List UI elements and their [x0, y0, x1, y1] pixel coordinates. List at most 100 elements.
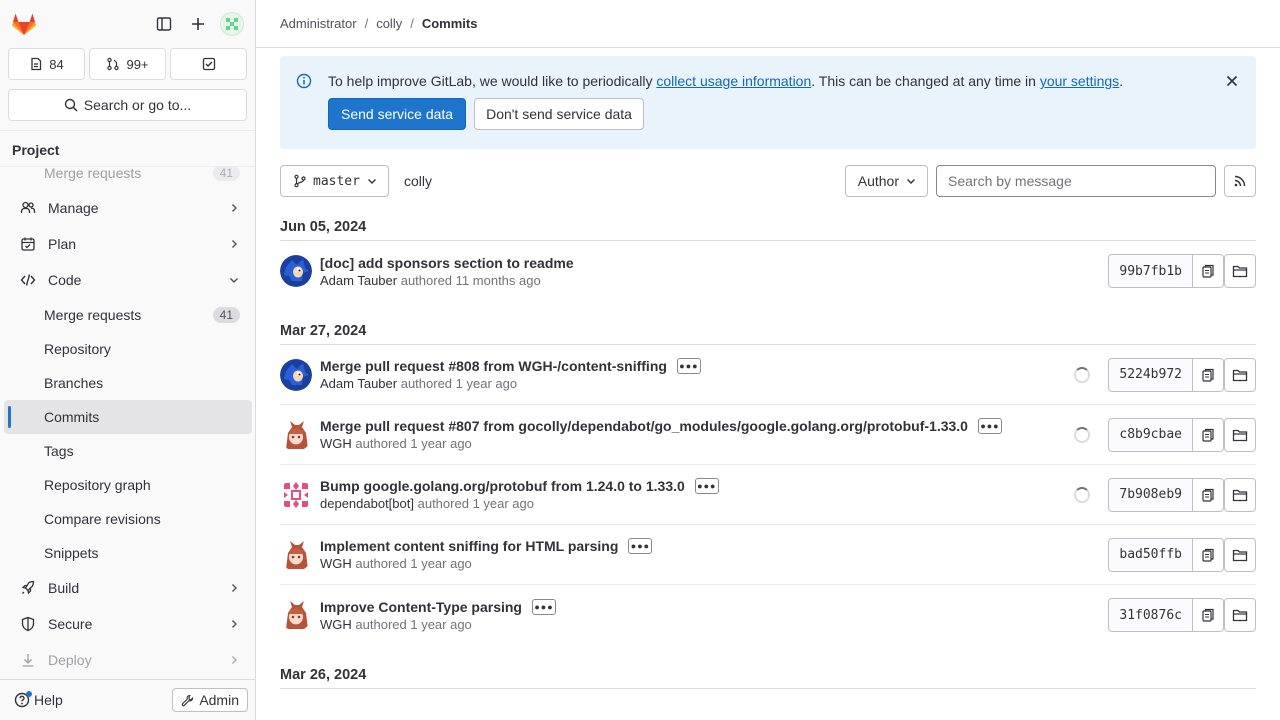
- sidebar-item-code[interactable]: Code: [4, 262, 252, 298]
- avatar[interactable]: [280, 418, 312, 451]
- sidebar-item-merge-requests[interactable]: Merge requests 41: [4, 298, 252, 332]
- help-button[interactable]: Help: [14, 691, 63, 708]
- commit-title-link[interactable]: Merge pull request #808 from WGH-/conten…: [320, 358, 667, 374]
- send-service-data-button[interactable]: Send service data: [328, 98, 467, 130]
- commit-sha-button[interactable]: bad50ffb: [1108, 537, 1193, 572]
- sidebar-item-label: Merge requests: [44, 307, 142, 323]
- gitlab-logo-icon[interactable]: [10, 10, 38, 38]
- commit-time: 1 year ago: [410, 616, 472, 632]
- rss-feed-button[interactable]: [1224, 165, 1256, 197]
- todos-button[interactable]: [170, 48, 247, 80]
- sidebar-item-build[interactable]: Build: [4, 570, 252, 606]
- browse-files-button[interactable]: [1224, 254, 1256, 288]
- commit-sha-button[interactable]: 31f0876c: [1108, 598, 1193, 632]
- copy-sha-button[interactable]: [1193, 537, 1224, 572]
- browse-files-button[interactable]: [1224, 598, 1256, 632]
- sidebar-item-branches[interactable]: Branches: [4, 366, 252, 400]
- sidebar-item-repository[interactable]: Repository: [4, 332, 252, 366]
- sidebar-item-label: Compare revisions: [44, 511, 161, 527]
- author-filter-dropdown[interactable]: Author: [844, 165, 928, 197]
- commit-author-link[interactable]: Adam Tauber: [320, 273, 397, 288]
- browse-files-button[interactable]: [1224, 477, 1256, 512]
- avatar[interactable]: [280, 478, 312, 511]
- sidebar-item-tags[interactable]: Tags: [4, 434, 252, 468]
- browse-files-button[interactable]: [1224, 357, 1256, 392]
- merge-requests-button[interactable]: 99+: [89, 48, 166, 80]
- branch-name: master: [313, 173, 360, 189]
- breadcrumb-root[interactable]: Administrator: [280, 16, 357, 31]
- sidebar-item-merge-requests-hidden[interactable]: Merge requests 41: [4, 166, 252, 190]
- avatar[interactable]: [280, 599, 312, 631]
- avatar[interactable]: [280, 538, 312, 571]
- user-menu-button[interactable]: [217, 9, 247, 39]
- commit-author-link[interactable]: WGH: [320, 436, 352, 451]
- toggle-description-button[interactable]: ●●●: [628, 538, 653, 554]
- commit-title-link[interactable]: Bump google.golang.org/protobuf from 1.2…: [320, 478, 685, 494]
- commit-title-link[interactable]: Merge pull request #807 from gocolly/dep…: [320, 418, 968, 434]
- commit-sha-button[interactable]: c8b9cbae: [1108, 417, 1193, 452]
- close-icon[interactable]: [1224, 73, 1240, 89]
- commit-search-input[interactable]: [936, 165, 1216, 197]
- create-new-button[interactable]: [183, 9, 213, 39]
- commit-day-group: Mar 26, 2024: [280, 667, 1256, 689]
- dont-send-service-data-button[interactable]: Don't send service data: [474, 98, 644, 130]
- info-icon: [296, 73, 312, 89]
- commit-row: Merge pull request #807 from gocolly/dep…: [280, 405, 1256, 465]
- commit-author-link[interactable]: WGH: [320, 556, 352, 571]
- merge-request-icon: [107, 57, 120, 71]
- sidebar-item-plan[interactable]: Plan: [4, 226, 252, 262]
- project-path-link[interactable]: colly: [404, 173, 432, 189]
- sidebar-item-manage[interactable]: Manage: [4, 190, 252, 226]
- commit-author-link[interactable]: dependabot[bot]: [320, 496, 414, 511]
- issues-icon: [31, 57, 42, 71]
- copy-sha-button[interactable]: [1193, 477, 1224, 512]
- copy-sha-button[interactable]: [1193, 417, 1224, 452]
- browse-files-button[interactable]: [1224, 417, 1256, 452]
- branch-selector[interactable]: master: [280, 165, 389, 197]
- your-settings-link[interactable]: your settings: [1040, 73, 1119, 89]
- copy-sha-button[interactable]: [1193, 598, 1224, 632]
- avatar[interactable]: [280, 358, 312, 391]
- breadcrumb-separator: /: [410, 16, 414, 31]
- avatar[interactable]: [280, 255, 312, 287]
- sidebar-item-label: Secure: [48, 616, 93, 632]
- toggle-sidebar-button[interactable]: [149, 9, 179, 39]
- sidebar-item-compare-revisions[interactable]: Compare revisions: [4, 502, 252, 536]
- admin-area-button[interactable]: Admin: [172, 688, 248, 712]
- toggle-description-button[interactable]: ●●●: [676, 358, 701, 374]
- sidebar-item-deploy[interactable]: Deploy: [4, 642, 252, 678]
- sidebar-item-label: Merge requests: [44, 166, 142, 181]
- alert-text: To help improve GitLab, we would like to…: [328, 73, 657, 89]
- commit-title-link[interactable]: Implement content sniffing for HTML pars…: [320, 538, 618, 554]
- project-nav: Merge requests 41 Manage Plan Code Merge…: [0, 166, 255, 679]
- breadcrumb-current[interactable]: Commits: [422, 16, 478, 31]
- search-label: Search or go to...: [83, 97, 192, 113]
- toggle-description-button[interactable]: ●●●: [531, 598, 556, 615]
- sidebar-item-snippets[interactable]: Snippets: [4, 536, 252, 570]
- copy-sha-button[interactable]: [1193, 254, 1224, 288]
- sidebar-item-secure[interactable]: Secure: [4, 606, 252, 642]
- copy-sha-button[interactable]: [1193, 357, 1224, 392]
- toggle-description-button[interactable]: ●●●: [694, 478, 719, 494]
- sidebar-item-label: Repository graph: [44, 477, 151, 493]
- shield-icon: [20, 616, 36, 632]
- assigned-issues-button[interactable]: 84: [8, 48, 85, 80]
- search-button[interactable]: Search or go to...: [8, 89, 247, 121]
- users-icon: [20, 200, 36, 216]
- collect-usage-link[interactable]: collect usage information: [656, 73, 811, 89]
- commit-author-link[interactable]: WGH: [320, 617, 352, 632]
- commit-sha-button[interactable]: 5224b972: [1108, 357, 1193, 392]
- browse-files-button[interactable]: [1224, 537, 1256, 572]
- breadcrumb-project[interactable]: colly: [376, 16, 402, 31]
- commit-time: 1 year ago: [472, 496, 534, 511]
- commit-sha-button[interactable]: 7b908eb9: [1108, 477, 1193, 512]
- deploy-icon: [20, 652, 36, 668]
- sidebar-item-repository-graph[interactable]: Repository graph: [4, 468, 252, 502]
- main-content: Administrator / colly / Commits To help …: [256, 0, 1280, 720]
- commit-author-link[interactable]: Adam Tauber: [320, 376, 397, 391]
- sidebar-item-commits[interactable]: Commits: [4, 400, 252, 434]
- toggle-description-button[interactable]: ●●●: [977, 418, 1002, 434]
- commit-title-link[interactable]: [doc] add sponsors section to readme: [320, 255, 574, 271]
- commit-sha-button[interactable]: 99b7fb1b: [1108, 254, 1193, 288]
- commit-title-link[interactable]: Improve Content-Type parsing: [320, 599, 522, 615]
